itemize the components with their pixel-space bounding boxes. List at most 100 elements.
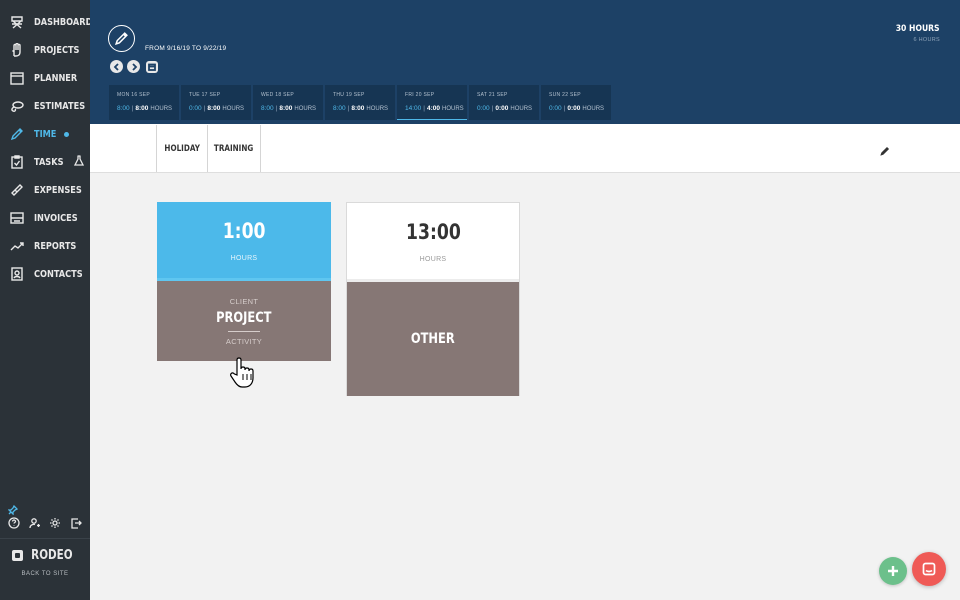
sidebar-item-label: CONTACTS [34,268,83,280]
total-hours-value: 30 HOURS [896,24,940,34]
add-entry-button[interactable] [879,557,907,585]
day-unit: HOURS [366,106,389,112]
sidebar-item-tasks[interactable]: TASKS [0,148,90,176]
director-chair-icon [10,15,24,29]
divider [228,330,260,332]
sidebar-item-label: PROJECTS [34,44,80,56]
sidebar-item-invoices[interactable]: INVOICES [0,204,90,232]
brand-logo[interactable]: RODEO [0,548,90,563]
day-logged: 0:00 [477,105,490,112]
sidebar-item-estimates[interactable]: ESTIMATES [0,92,90,120]
card-project: PROJECT [216,309,272,326]
trend-icon [10,239,24,253]
day-target: 0:00 [567,105,581,112]
pin-icon[interactable] [7,502,19,516]
help-icon[interactable] [7,516,21,530]
sidebar-item-label: INVOICES [34,212,78,224]
chat-button[interactable] [912,552,946,586]
sidebar-item-label: EXPENSES [34,184,82,196]
chat-icon [922,562,936,576]
brand-name: RODEO [31,548,73,563]
sidebar-item-label: TASKS [34,156,64,168]
sidebar-item-projects[interactable]: PROJECTS [0,36,90,64]
sidebar-item-dashboard[interactable]: DASHBOARD [0,8,93,36]
sidebar-item-label: DASHBOARD [34,16,93,28]
hand-icon [10,43,24,57]
next-week-button[interactable] [127,60,140,73]
day-tab-wed[interactable]: WED 18 SEP 8:00 | 8:00 HOURS [253,85,323,120]
card-detail-panel: OTHER [347,282,519,396]
day-name: SUN 22 SEP [549,92,581,98]
day-name: THU 19 SEP [333,92,365,98]
day-logged: 14:00 [405,105,422,112]
day-target: 0:00 [495,105,509,112]
card-amount: 1:00 [222,219,266,243]
day-name: SAT 21 SEP [477,92,508,98]
sidebar-item-expenses[interactable]: EXPENSES [0,176,90,204]
day-target: 4:00 [426,105,440,112]
logout-icon[interactable] [69,516,83,530]
tab-label: HOLIDAY [164,143,200,154]
day-logged: 8:00 [333,105,346,112]
sidebar-item-planner[interactable]: PLANNER [0,64,90,92]
day-tab-thu[interactable]: THU 19 SEP 8:00 | 8:00 HOURS [325,85,395,120]
back-to-site-link[interactable]: BACK TO SITE [0,571,90,577]
day-tab-sat[interactable]: SAT 21 SEP 0:00 | 0:00 HOURS [469,85,539,120]
day-values: 8:00 | 8:00 HOURS [117,105,173,112]
flask-icon [73,153,84,171]
date-range: FROM 9/16/19 TO 9/22/19 [145,45,227,52]
day-values: 0:00 | 0:00 HOURS [477,105,533,112]
contacts-icon [10,267,24,281]
day-logged: 8:00 [117,105,130,112]
day-logged: 0:00 [189,105,202,112]
tab-training[interactable]: TRAINING [207,125,261,172]
card-hours-label: HOURS [230,255,258,262]
day-unit: HOURS [582,106,605,112]
day-tab-fri[interactable]: FRI 20 SEP 14:00 | 4:00 HOURS [397,85,467,120]
time-icon [10,127,24,141]
day-values: 0:00 | 0:00 HOURS [549,105,605,112]
ticket-icon [10,183,24,197]
day-tab-sun[interactable]: SUN 22 SEP 0:00 | 0:00 HOURS [541,85,611,120]
gear-icon[interactable] [48,516,62,530]
tab-holiday[interactable]: HOLIDAY [156,125,208,172]
day-logged: 0:00 [549,105,562,112]
invoice-icon [10,211,24,225]
sidebar-item-reports[interactable]: REPORTS [0,232,90,260]
prev-week-button[interactable] [110,60,123,73]
sidebar-item-contacts[interactable]: CONTACTS [0,260,90,288]
day-tab-tue[interactable]: TUE 17 SEP 0:00 | 8:00 HOURS [181,85,251,120]
category-tabs-bar: HOLIDAY TRAINING [90,124,960,173]
utility-row [0,516,90,532]
card-detail-panel: CLIENT PROJECT ACTIVITY [157,281,331,361]
project-time-card[interactable]: 1:00 HOURS CLIENT PROJECT ACTIVITY [157,202,331,361]
day-values: 8:00 | 8:00 HOURS [261,105,317,112]
active-dot-icon [64,131,70,137]
day-target: 8:00 [351,105,365,112]
day-name: WED 18 SEP [261,92,295,98]
day-target: 8:00 [207,105,221,112]
calendar-button[interactable] [146,60,158,73]
day-target: 8:00 [135,105,149,112]
calendar-icon [10,71,24,85]
day-values: 14:00 | 4:00 HOURS [405,105,464,112]
edit-pencil-icon[interactable] [880,143,890,156]
card-amount: 13:00 [405,220,461,244]
sidebar-item-label: TIME [34,128,57,140]
total-hours: 30 HOURS 6 HOURS [888,24,940,43]
day-unit: HOURS [294,106,317,112]
lasso-icon [10,99,24,113]
day-target: 8:00 [279,105,293,112]
card-activity: ACTIVITY [225,336,263,346]
sidebar-item-time[interactable]: TIME [0,120,90,148]
day-unit: HOURS [442,106,464,112]
user-settings-icon[interactable] [28,516,42,530]
header: FROM 9/16/19 TO 9/22/19 30 HOURS 6 HOURS… [90,0,960,124]
hand-cursor-icon [230,355,258,389]
day-unit: HOURS [150,106,173,112]
day-tab-mon[interactable]: MON 16 SEP 8:00 | 8:00 HOURS [109,85,179,120]
sidebar-item-label: REPORTS [34,240,77,252]
calendar-icon [148,63,156,71]
other-time-card[interactable]: 13:00 HOURS OTHER [346,202,520,396]
day-unit: HOURS [222,106,245,112]
